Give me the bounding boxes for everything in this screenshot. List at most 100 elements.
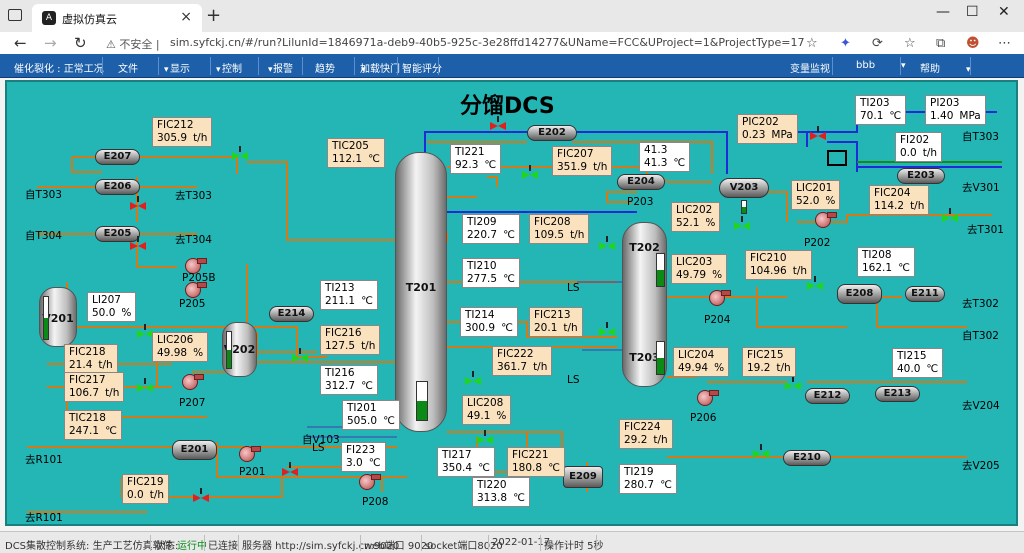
exchanger-e213[interactable]: E213	[875, 386, 920, 402]
exchanger-e203[interactable]: E203	[897, 168, 945, 184]
profile-avatar-icon[interactable]: ☻	[966, 36, 980, 51]
valve-top-icon[interactable]	[490, 116, 506, 132]
tag-fic224[interactable]: FIC224 29.2 t/h	[619, 419, 673, 449]
read-aloud-icon[interactable]: ☆	[806, 36, 818, 51]
pump-p201-icon[interactable]	[239, 446, 261, 462]
valve-fic210-icon[interactable]	[807, 276, 823, 292]
tag-fi202[interactable]: FI202 0.0 t/h	[895, 132, 943, 162]
tag-lic203[interactable]: LIC203 49.79%	[671, 254, 728, 284]
tag-tic205[interactable]: TIC205 112.1 ℃	[327, 138, 385, 168]
valve-fic221-icon[interactable]	[477, 430, 493, 446]
pump-p206-icon[interactable]	[697, 390, 719, 406]
valve-lic202-icon[interactable]	[734, 216, 750, 232]
favorites-icon[interactable]: ☆	[904, 36, 916, 51]
vessel-v203[interactable]: V203	[719, 178, 769, 198]
forward-icon[interactable]: →	[44, 34, 57, 52]
valve-e206-icon[interactable]	[130, 196, 146, 212]
tag-41-3[interactable]: 41.3 41.3 ℃	[639, 142, 691, 172]
tag-ti219[interactable]: TI219 280.7 ℃	[619, 464, 677, 494]
tag-fic222[interactable]: FIC222 361.7 t/h	[492, 346, 553, 376]
pump-p207-icon[interactable]	[182, 374, 204, 390]
new-tab-icon[interactable]: +	[206, 5, 221, 26]
tag-pi203[interactable]: PI203 1.40 MPa	[925, 95, 986, 125]
exchanger-e201[interactable]: E201	[172, 440, 217, 460]
menu-monitor[interactable]: 变量监视	[790, 60, 830, 75]
pump-p204-icon[interactable]	[709, 290, 731, 306]
valve-fic216-icon[interactable]	[292, 348, 308, 364]
exchanger-e212[interactable]: E212	[805, 388, 850, 404]
tag-fic213[interactable]: FIC213 20.1 t/h	[529, 307, 583, 337]
tag-pic202[interactable]: PIC202 0.23 MPa	[737, 114, 798, 144]
valve-fic224-icon[interactable]	[753, 444, 769, 460]
tag-ti209[interactable]: TI209 220.7 ℃	[462, 214, 520, 244]
tag-ti216[interactable]: TI216 312.7 ℃	[320, 365, 378, 395]
tag-fic218[interactable]: FIC218 21.4 t/h	[64, 344, 118, 374]
menu-display[interactable]: 显示	[170, 60, 221, 75]
extension-icon[interactable]: ✦	[840, 36, 851, 51]
menu-help[interactable]: 帮助	[920, 60, 971, 75]
url-text[interactable]: sim.syfckj.cn/#/run?LilunId=1846971a-deb…	[170, 36, 805, 49]
tag-fic208[interactable]: FIC208 109.5 t/h	[529, 214, 590, 244]
valve-fic204-icon[interactable]	[942, 208, 958, 224]
valve-fic212-icon[interactable]	[232, 146, 248, 162]
pump-p205-icon[interactable]	[185, 282, 207, 298]
browser-tab[interactable]: A 虚拟仿真云 ×	[32, 4, 202, 32]
exchanger-e209[interactable]: E209	[563, 466, 603, 488]
column-t202[interactable]: T202 T203	[622, 222, 667, 387]
valve-fic217-icon[interactable]	[137, 378, 153, 394]
exchanger-e206[interactable]: E206	[95, 179, 140, 195]
tag-ti208[interactable]: TI208 162.1 ℃	[857, 247, 915, 277]
valve-fic213-icon[interactable]	[599, 322, 615, 338]
menu-score[interactable]: 智能评分	[402, 60, 442, 75]
menu-control[interactable]: 控制	[222, 60, 273, 75]
tag-fi223[interactable]: FI223 3.0 ℃	[341, 442, 386, 472]
pump-p208-icon[interactable]	[359, 474, 381, 490]
valve-e205-icon[interactable]	[130, 236, 146, 252]
tag-fic204[interactable]: FIC204 114.2 t/h	[869, 185, 930, 215]
exchanger-e210[interactable]: E210	[783, 450, 831, 466]
tag-fic215[interactable]: FIC215 19.2 t/h	[742, 347, 796, 377]
valve-pic202-icon[interactable]	[810, 126, 826, 142]
menu-alarm[interactable]: 报警	[273, 60, 293, 75]
tag-fic207[interactable]: FIC207 351.9 t/h	[552, 146, 613, 176]
pump-p202-icon[interactable]	[815, 212, 837, 228]
tag-li207[interactable]: LI207 50.0%	[87, 292, 137, 322]
valve-fic215-icon[interactable]	[785, 376, 801, 392]
tag-fic217[interactable]: FIC217 106.7 t/h	[64, 372, 125, 402]
tag-lic204[interactable]: LIC204 49.94%	[673, 347, 730, 377]
exchanger-e207[interactable]: E207	[95, 149, 140, 165]
tag-ti217[interactable]: TI217 350.4 ℃	[437, 447, 495, 477]
valve-fic219-icon[interactable]	[193, 488, 209, 504]
exchanger-e202[interactable]: E202	[527, 125, 577, 141]
tag-lic202[interactable]: LIC202 52.1%	[671, 202, 721, 232]
exchanger-e208[interactable]: E208	[837, 284, 882, 304]
minimize-icon[interactable]: —	[936, 4, 950, 20]
tag-tic218[interactable]: TIC218 247.1 ℃	[64, 410, 122, 440]
window-menu-icon[interactable]	[8, 9, 22, 21]
tag-ti213[interactable]: TI213 211.1 ℃	[320, 280, 378, 310]
tag-ti201[interactable]: TI201 505.0 ℃	[342, 400, 400, 430]
valve-fic218-icon[interactable]	[137, 324, 153, 340]
exchanger-e204[interactable]: E204	[617, 174, 665, 190]
tag-ti215[interactable]: TI215 40.0 ℃	[892, 348, 944, 378]
tag-ti214[interactable]: TI214 300.9 ℃	[460, 307, 518, 337]
collections-icon[interactable]: ⧉	[936, 36, 945, 51]
menu-user[interactable]: bbb	[856, 60, 906, 71]
tag-fic212[interactable]: FIC212 305.9 t/h	[152, 117, 213, 147]
tag-ti220[interactable]: TI220 313.8 ℃	[472, 477, 530, 507]
tag-ti221[interactable]: TI221 92.3 ℃	[450, 144, 502, 174]
valve-p201-icon[interactable]	[282, 462, 298, 478]
valve-fic222-icon[interactable]	[465, 371, 481, 387]
url-field[interactable]: ⚠ 不安全 | sim.syfckj.cn/#/run?LilunId=1846…	[100, 33, 805, 53]
tag-ti203[interactable]: TI203 70.1 ℃	[855, 95, 907, 125]
vessel-v201[interactable]: V201	[39, 287, 77, 347]
more-icon[interactable]: ⋯	[998, 36, 1011, 51]
column-t201[interactable]: T201	[395, 152, 447, 432]
tag-lic201[interactable]: LIC201 52.0%	[791, 180, 841, 210]
close-tab-icon[interactable]: ×	[180, 9, 192, 25]
exchanger-e211[interactable]: E211	[905, 286, 945, 302]
menu-file[interactable]: 文件	[118, 60, 169, 75]
refresh-extension-icon[interactable]: ⟳	[872, 36, 883, 51]
tag-fic210[interactable]: FIC210 104.96 t/h	[745, 250, 813, 280]
menu-trend[interactable]: 趋势	[315, 60, 366, 75]
